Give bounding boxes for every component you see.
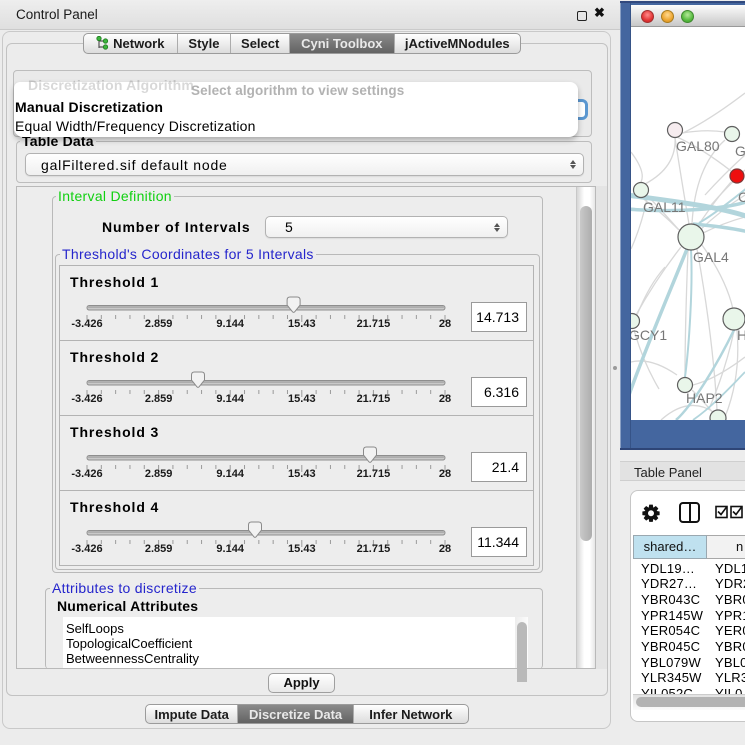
svg-text:CD: CD: [738, 189, 745, 205]
svg-text:HAP2: HAP2: [686, 390, 723, 406]
svg-text:GA: GA: [735, 143, 745, 159]
svg-text:GCY1: GCY1: [631, 327, 667, 343]
svg-text:H: H: [737, 327, 745, 343]
svg-text:GAL80: GAL80: [676, 138, 720, 154]
svg-text:GAL4: GAL4: [693, 249, 729, 265]
svg-text:GAL11: GAL11: [643, 199, 686, 215]
